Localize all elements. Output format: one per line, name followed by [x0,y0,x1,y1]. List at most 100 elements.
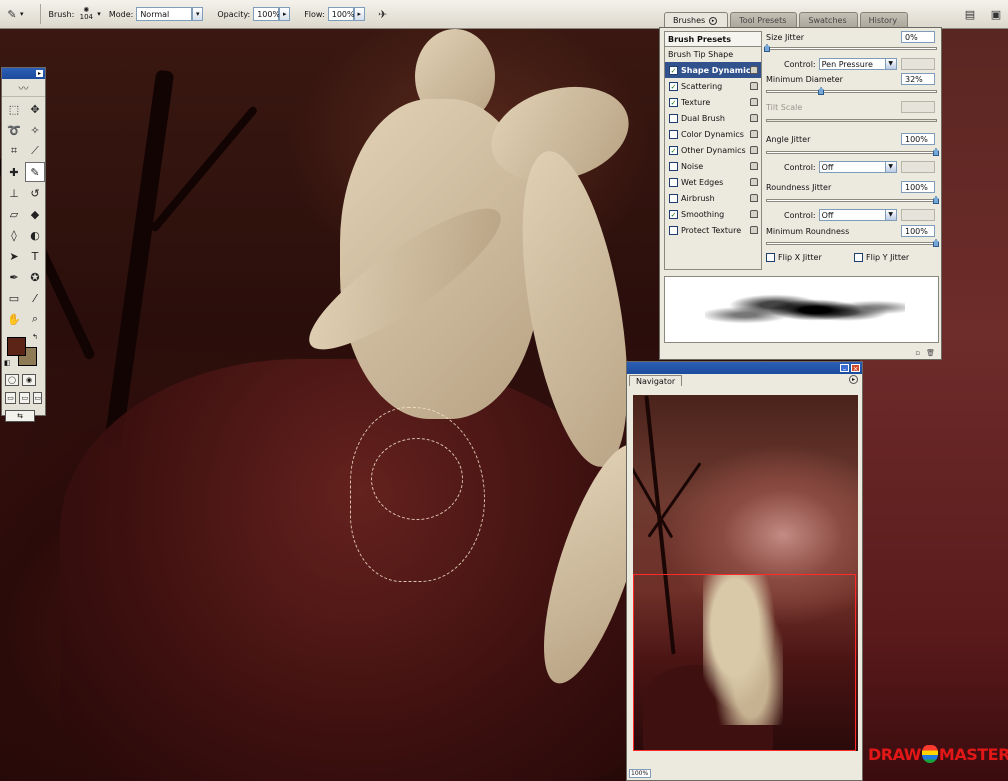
tab-brushes[interactable]: Brushes ▸ [664,12,729,28]
lock-icon[interactable] [750,162,758,170]
brush-tool-icon[interactable]: ✎ [25,162,45,182]
palette-menu-icon[interactable]: ▸ [849,375,858,384]
quick-mask-mode-icon[interactable]: ◉ [22,374,36,386]
clone-stamp-tool-icon[interactable]: ⊥ [4,183,24,203]
flip-x-jitter-checkbox[interactable]: Flip X Jitter [766,253,822,262]
tab-tool-presets[interactable]: Tool Presets [730,12,798,28]
checkbox-box[interactable] [669,177,678,187]
size-jitter-slider-knob[interactable] [764,44,770,52]
mode-dropdown-button[interactable]: ▾ [192,7,204,21]
minimum-roundness-slider-knob[interactable] [933,239,939,247]
eraser-tool-icon[interactable]: ▱ [4,204,24,224]
airbrush-icon[interactable]: ✈ [375,6,391,22]
checkbox-box[interactable] [766,253,775,262]
marquee-tool-icon[interactable]: ⬚ [4,99,24,119]
notes-tool-icon[interactable]: ▭ [4,288,24,308]
brush-option-row[interactable]: Protect Texture [665,222,761,238]
minimum-roundness-slider[interactable] [766,239,939,247]
roundness-jitter-input[interactable]: 100% [901,181,935,193]
lock-icon[interactable] [750,146,758,154]
brush-option-row[interactable]: Noise [665,158,761,174]
brush-option-row[interactable]: ✓ Scattering [665,78,761,94]
hand-tool-icon[interactable]: ✋ [4,309,24,329]
custom-shape-tool-icon[interactable]: ✪ [25,267,45,287]
brush-option-row[interactable]: ✓ Smoothing [665,206,761,222]
paint-bucket-tool-icon[interactable]: ◆ [25,204,45,224]
size-control-select[interactable]: Pen Pressure ▼ [818,58,897,70]
slice-tool-icon[interactable]: ⟋ [25,141,45,161]
size-jitter-input[interactable]: 0% [901,31,935,43]
navigator-view-box[interactable] [633,574,856,751]
navigator-titlebar[interactable]: – × [627,362,862,374]
brush-tip-shape-item[interactable]: Brush Tip Shape [665,47,761,62]
default-colors-icon[interactable]: ◧ [4,359,11,367]
brush-option-row[interactable]: ✓ Shape Dynamics [665,62,761,78]
roundness-jitter-slider-knob[interactable] [933,196,939,204]
menu-arrow-icon[interactable]: ▸ [709,16,718,25]
lock-icon[interactable] [750,178,758,186]
new-preset-icon[interactable]: ▫ [915,349,920,357]
minimum-diameter-slider[interactable] [766,87,937,95]
roundness-jitter-slider[interactable] [766,196,939,204]
healing-brush-tool-icon[interactable]: ✚ [4,162,24,182]
minimum-diameter-slider-knob[interactable] [818,87,825,95]
collapse-icon[interactable]: ▸ [36,70,43,77]
size-jitter-slider[interactable] [764,44,937,52]
foreground-color-swatch[interactable] [7,337,26,356]
standard-screen-mode-icon[interactable]: ▭ [5,392,17,404]
minimum-roundness-input[interactable]: 100% [901,225,935,237]
history-brush-tool-icon[interactable]: ↺ [25,183,45,203]
flow-slider-button[interactable]: ▸ [353,7,365,21]
checkbox-box[interactable]: ✓ [669,97,678,107]
checkbox-box[interactable] [669,193,678,203]
full-screen-mode-icon[interactable]: ▭ [33,392,42,404]
full-screen-menu-mode-icon[interactable]: ▭ [19,392,31,404]
toolbox-titlebar[interactable]: ▸ [2,68,45,79]
standard-mode-icon[interactable]: ◯ [5,374,19,386]
eyedropper-tool-icon[interactable]: ⁄ [25,288,45,308]
checkbox-box[interactable]: ✓ [669,65,678,75]
zoom-input[interactable]: 100% [629,768,651,778]
tab-history[interactable]: History [859,12,909,28]
checkbox-box[interactable] [669,161,678,171]
feather-logo-icon[interactable]: 〰 [2,79,45,97]
swap-colors-icon[interactable]: ↰ [32,333,38,341]
brush-option-row[interactable]: Color Dynamics [665,126,761,142]
tab-swatches[interactable]: Swatches [799,12,858,28]
angle-control-select[interactable]: Off ▼ [818,161,897,173]
brush-option-row[interactable]: Wet Edges [665,174,761,190]
lock-icon[interactable] [750,210,758,218]
brush-option-row[interactable]: ✓ Texture [665,94,761,110]
type-tool-icon[interactable]: T [25,246,45,266]
close-icon[interactable]: × [851,364,860,373]
checkbox-box[interactable] [669,129,678,139]
checkbox-box[interactable]: ✓ [669,81,678,91]
magic-wand-tool-icon[interactable]: ✧ [25,120,45,140]
pen-tool-icon[interactable]: ✒ [4,267,24,287]
brush-option-row[interactable]: ✓ Other Dynamics [665,142,761,158]
brush-presets-button[interactable]: Brush Presets [665,32,761,47]
jump-to-imageready-icon[interactable]: ⇆ [5,410,35,422]
brush-option-row[interactable]: Dual Brush [665,110,761,126]
checkbox-box[interactable] [669,225,678,235]
blur-tool-icon[interactable]: ◊ [4,225,24,245]
move-tool-icon[interactable]: ✥ [25,99,45,119]
checkbox-box[interactable]: ✓ [669,145,678,155]
lock-icon[interactable] [750,82,758,90]
lasso-tool-icon[interactable]: ➰ [4,120,24,140]
trash-icon[interactable]: 🗑 [926,349,935,357]
angle-jitter-slider[interactable] [766,148,939,156]
mode-select[interactable]: Normal [136,7,193,21]
lock-icon[interactable] [750,114,758,122]
checkbox-box[interactable]: ✓ [669,209,678,219]
brush-option-row[interactable]: Airbrush [665,190,761,206]
opacity-slider-button[interactable]: ▸ [279,7,291,21]
flow-input[interactable]: 100% [327,7,355,21]
lock-icon[interactable] [750,66,758,74]
lock-icon[interactable] [750,194,758,202]
tool-preset-picker[interactable]: ✎ ▾ [4,6,23,22]
path-selection-tool-icon[interactable]: ➤ [4,246,24,266]
opacity-input[interactable]: 100% [253,7,280,21]
minimize-icon[interactable]: – [840,364,849,373]
angle-jitter-input[interactable]: 100% [901,133,935,145]
